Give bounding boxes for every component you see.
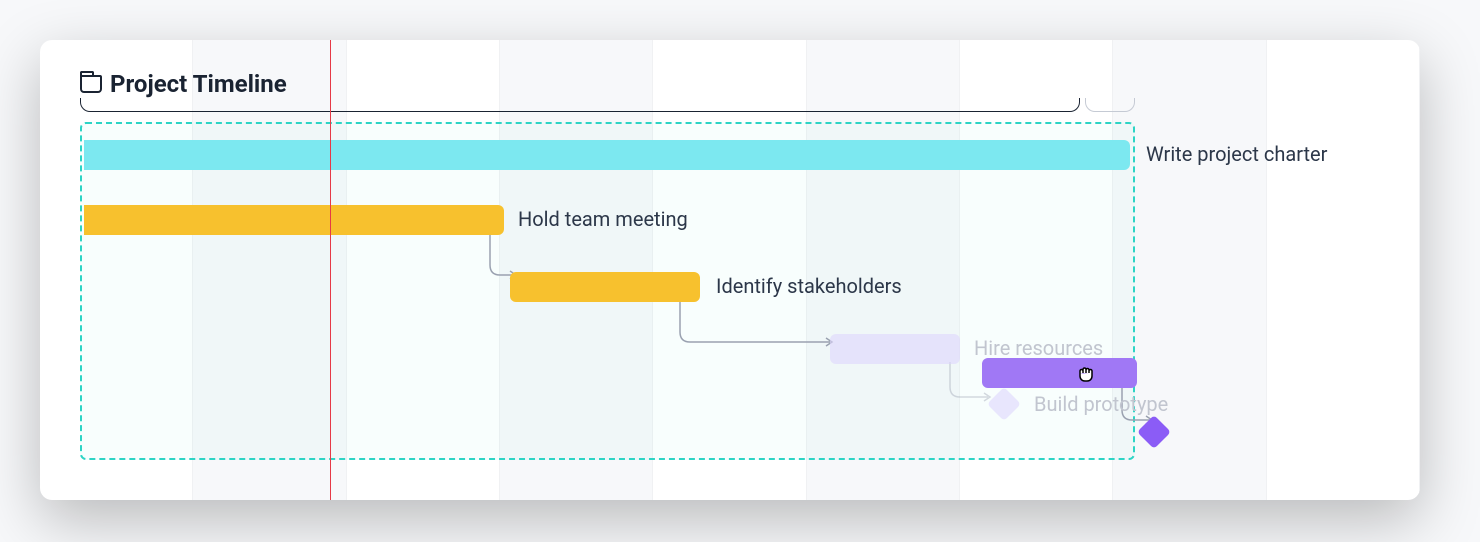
task-bar-hire-ghost: [830, 334, 960, 364]
task-bar-stakeholders[interactable]: [510, 272, 700, 302]
today-indicator: [330, 40, 331, 500]
dependency-arrow: [670, 302, 840, 357]
task-bar-meeting[interactable]: [84, 205, 504, 235]
group-bracket: [80, 98, 1080, 112]
grab-cursor-icon: [1074, 362, 1098, 392]
task-label: Identify stakeholders: [716, 274, 902, 298]
task-label-ghost: Build prototype: [1034, 392, 1168, 416]
group-bracket-ghost: [1085, 98, 1135, 112]
timeline-card: Project Timeline Write project charter H…: [40, 40, 1420, 500]
page-title: Project Timeline: [110, 70, 287, 98]
task-bar-charter[interactable]: [84, 140, 1130, 170]
task-label: Write project charter: [1146, 142, 1327, 166]
task-bar-hire[interactable]: [982, 358, 1137, 388]
timeline-header: Project Timeline: [80, 70, 287, 98]
task-label-ghost: Hire resources: [974, 336, 1103, 360]
folder-icon: [80, 75, 102, 93]
task-label: Hold team meeting: [518, 207, 688, 231]
grid-column: [1267, 40, 1420, 500]
